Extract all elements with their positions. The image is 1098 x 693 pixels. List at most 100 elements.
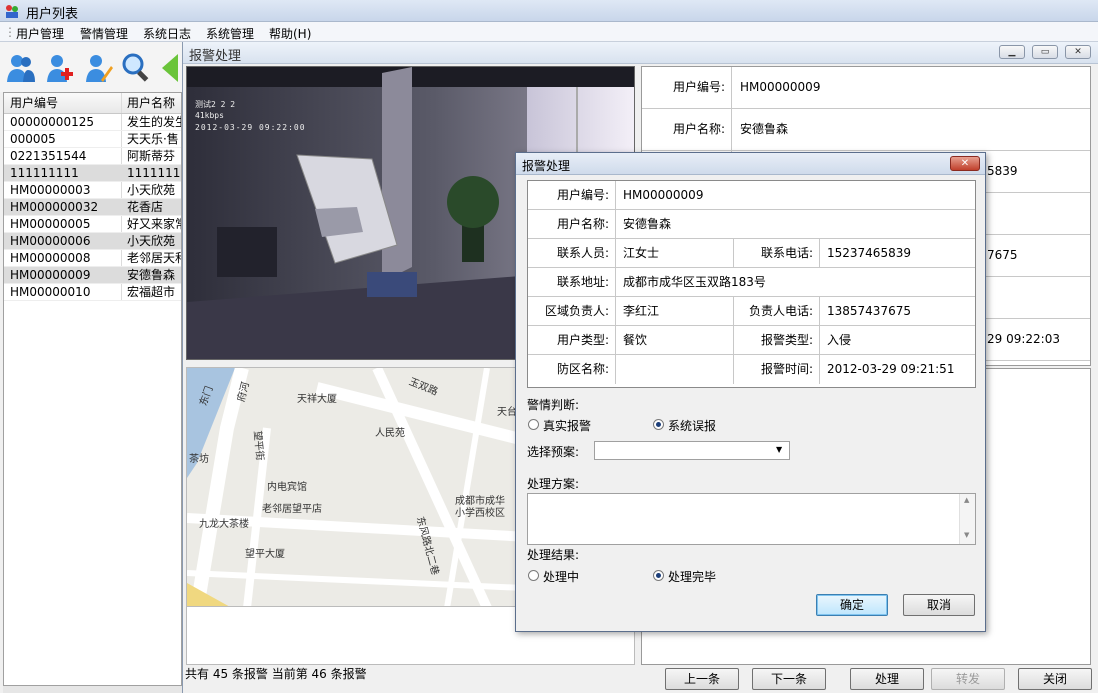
menu-help[interactable]: 帮助(H)	[269, 25, 311, 42]
grid-label: 报警类型:	[734, 326, 820, 355]
cell-user-id: HM00000010	[4, 284, 122, 300]
menu-user-management[interactable]: 用户管理	[16, 25, 64, 42]
cell-user-id: 00000000125	[4, 114, 122, 130]
table-row[interactable]: 111111111 111111111	[4, 165, 181, 182]
back-arrow-icon[interactable]	[160, 52, 182, 84]
info-row: 用户编号: HM00000009	[642, 67, 1090, 109]
cell-user-name: 小天欣苑	[126, 234, 175, 248]
table-row[interactable]: HM00000009 安德鲁森	[4, 267, 181, 284]
table-row[interactable]: HM00000003 小天欣苑	[4, 182, 181, 199]
table-row[interactable]: HM000000032 花香店	[4, 199, 181, 216]
cell-user-id: 0221351544	[4, 148, 122, 164]
menu-grip: ⋮	[4, 25, 16, 39]
table-row[interactable]: 000005 天天乐·售	[4, 131, 181, 148]
judgement-real-radio[interactable]	[528, 419, 539, 430]
video-osd-timestamp: 2012-03-29 09:22:00	[195, 123, 306, 132]
window-title: 用户列表	[26, 7, 79, 22]
dialog-title: 报警处理	[522, 159, 571, 173]
cell-user-id: HM000000032	[4, 199, 122, 215]
method-label: 处理方案:	[527, 477, 580, 491]
grid-user-type: 餐饮	[616, 326, 734, 355]
column-header-user-id[interactable]: 用户编号	[4, 93, 122, 113]
method-textarea[interactable]	[527, 493, 976, 545]
cell-user-name: 小天欣苑	[126, 183, 175, 197]
grid-area-manager: 李红江	[616, 297, 734, 326]
add-user-icon[interactable]	[45, 52, 75, 84]
menu-system-management[interactable]: 系统管理	[206, 25, 254, 42]
grid-contact: 江女士	[616, 239, 734, 268]
grid-phone: 15237465839	[820, 239, 975, 268]
app-icon	[6, 5, 18, 18]
alarm-count-status: 共有 45 条报警 当前第 46 条报警	[185, 667, 367, 681]
grid-label: 区域负责人:	[528, 297, 616, 326]
dialog-title-bar: 报警处理 ✕	[516, 153, 985, 175]
close-button[interactable]: 关闭	[1018, 668, 1092, 690]
toolbar	[0, 42, 182, 92]
cancel-button[interactable]: 取消	[903, 594, 975, 616]
result-processing-label[interactable]: 处理中	[543, 568, 579, 585]
table-row[interactable]: HM00000005 好又来家常	[4, 216, 181, 233]
map-label: 内电宾馆	[267, 482, 307, 493]
scroll-up-icon[interactable]: ▲	[964, 496, 969, 504]
edit-user-icon[interactable]	[84, 52, 114, 84]
users-icon[interactable]	[6, 52, 36, 84]
cell-user-name: 天天乐·售	[126, 132, 179, 146]
judgement-real-label[interactable]: 真实报警	[543, 417, 591, 434]
judgement-false-alarm-label[interactable]: 系统误报	[668, 417, 716, 434]
grid-label: 用户类型:	[528, 326, 616, 355]
cell-user-name: 老邻居天和	[126, 251, 181, 265]
video-osd-bitrate: 41kbps	[195, 111, 224, 120]
grid-label: 联系地址:	[528, 268, 616, 297]
cell-user-name: 阿斯蒂芬	[126, 149, 175, 163]
process-button[interactable]: 处理	[850, 668, 924, 690]
result-processing-radio[interactable]	[528, 570, 539, 581]
previous-button[interactable]: 上一条	[665, 668, 739, 690]
info-label: 用户编号:	[642, 67, 732, 108]
close-window-button[interactable]: ✕	[1065, 45, 1091, 59]
info-value: HM00000009	[740, 80, 821, 94]
menu-alarm-management[interactable]: 警情管理	[80, 25, 128, 42]
scroll-down-icon[interactable]: ▼	[964, 531, 969, 539]
cell-user-id: HM00000003	[4, 182, 122, 198]
info-value: 5839	[987, 164, 1018, 178]
map-label: 望平街	[251, 430, 265, 462]
grid-manager-phone: 13857437675	[820, 297, 975, 326]
result-label: 处理结果:	[527, 548, 580, 562]
info-value: 29 09:22:03	[987, 332, 1060, 346]
cell-user-name: 111111111	[126, 166, 181, 180]
cell-user-id: HM00000008	[4, 250, 122, 266]
textarea-scrollbar[interactable]: ▲ ▼	[959, 494, 975, 544]
result-done-label[interactable]: 处理完毕	[668, 568, 716, 585]
grid-user-name: 安德鲁森	[616, 210, 975, 239]
search-icon[interactable]	[121, 52, 151, 84]
grid-label: 报警时间:	[734, 355, 820, 384]
column-header-user-name[interactable]: 用户名称	[122, 93, 181, 113]
cell-user-name: 安德鲁森	[126, 268, 175, 282]
dialog-close-button[interactable]: ✕	[950, 156, 980, 171]
alarm-detail-grid: 用户编号: HM00000009 用户名称: 安德鲁森 联系人员: 江女士 联系…	[527, 180, 976, 388]
table-row[interactable]: 0221351544 阿斯蒂芬	[4, 148, 181, 165]
grid-zone	[616, 355, 734, 384]
plan-select[interactable]	[594, 441, 790, 460]
judgement-false-alarm-radio[interactable]	[653, 419, 664, 430]
result-done-radio[interactable]	[653, 570, 664, 581]
minimize-button[interactable]: ▁	[999, 45, 1025, 59]
cell-user-name: 好又来家常	[126, 217, 181, 231]
forward-button[interactable]: 转发	[931, 668, 1005, 690]
table-row[interactable]: HM00000008 老邻居天和	[4, 250, 181, 267]
table-row[interactable]: 00000000125 发生的发生	[4, 114, 181, 131]
map-label: 天祥大厦	[297, 394, 337, 405]
cell-user-id: 000005	[4, 131, 122, 147]
table-row[interactable]: HM00000006 小天欣苑	[4, 233, 181, 250]
table-row[interactable]: HM00000010 宏福超市	[4, 284, 181, 301]
next-button[interactable]: 下一条	[752, 668, 826, 690]
grid-label: 用户编号:	[528, 181, 616, 210]
cell-user-name: 花香店	[126, 200, 163, 214]
chevron-down-icon[interactable]: ▼	[776, 445, 782, 454]
maximize-button[interactable]: ▭	[1032, 45, 1058, 59]
horizontal-scrollbar[interactable]	[3, 686, 182, 693]
info-value: 7675	[987, 248, 1018, 262]
menu-system-log[interactable]: 系统日志	[143, 25, 191, 42]
ok-button[interactable]: 确定	[816, 594, 888, 616]
video-osd-channel: 测试2 2 2	[195, 100, 236, 109]
